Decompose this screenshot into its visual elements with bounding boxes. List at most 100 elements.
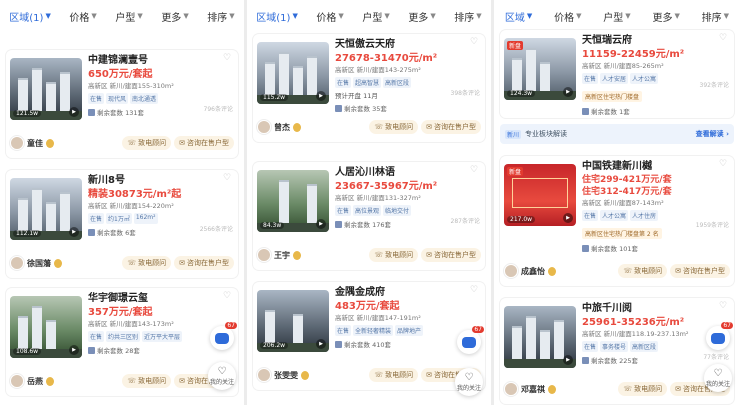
listing-column-2: 区域(1) ▼ 价格 ▼ 户型 ▼ 更多 ▼ 排序 ▼ 115.2w ▶ 天恒傲云天府 27…: [247, 0, 491, 405]
filter-layout-label: 户型: [603, 12, 624, 24]
heart-icon[interactable]: ♡: [470, 165, 480, 175]
call-consultant-button[interactable]: ☏ 致电顾问: [369, 368, 419, 382]
call-consultant-button[interactable]: ☏ 致电顾问: [369, 248, 419, 262]
my-favorites-button[interactable]: ♡ 我的关注: [455, 368, 483, 396]
consult-layout-button[interactable]: ✉咨询在售户型: [670, 264, 730, 278]
my-favorites-button[interactable]: ♡ 我的关注: [704, 364, 732, 392]
sector-analysis-banner[interactable]: 新川 专业板块解读 查看解读 ›: [500, 124, 734, 144]
filter-price[interactable]: 价格 ▼: [316, 9, 343, 24]
filter-more-label: 更多: [408, 12, 429, 24]
play-icon[interactable]: ▶: [563, 213, 573, 223]
property-price: 25961-35236元/m²: [582, 317, 685, 328]
chat-float-button[interactable]: 67: [210, 322, 237, 350]
call-consultant-button[interactable]: ☏ 致电顾问: [122, 256, 172, 270]
view-analysis-link[interactable]: 查看解读 ›: [696, 129, 729, 139]
chat-float-button[interactable]: 67: [706, 322, 733, 350]
property-cover-image[interactable]: 新盘 124.3w ▶: [504, 38, 576, 100]
property-cover-image[interactable]: 115.2w ▶: [257, 42, 329, 104]
filter-layout[interactable]: 户型 ▼: [115, 9, 142, 24]
play-icon[interactable]: ▶: [69, 107, 79, 117]
my-favorites-button[interactable]: ♡ 我的关注: [208, 362, 236, 390]
heart-icon[interactable]: ♡: [223, 291, 233, 301]
call-consultant-button[interactable]: ☏ 致电顾问: [618, 264, 668, 278]
filter-region[interactable]: 区域(1) ▼: [9, 9, 51, 24]
property-card[interactable]: 84.3w ▶ 人居沁川林语 23667-35967元/m² 高新区 新川/建面1…: [253, 162, 485, 270]
property-card[interactable]: 108.6w ▶ 华宇御璟云玺 357万元/套起 高新区 新川/建面143-173…: [6, 288, 238, 396]
agent-name: 张雯雯: [274, 370, 298, 380]
play-icon[interactable]: ▶: [563, 355, 573, 365]
heart-icon[interactable]: ♡: [470, 37, 480, 47]
play-icon[interactable]: ▶: [69, 345, 79, 355]
play-icon[interactable]: ▶: [69, 227, 79, 237]
property-card[interactable]: 206.2w ▶ 金隅金成府 483万元/套起 高新区 新川/建面147-191m…: [253, 282, 485, 390]
filter-price-label: 价格: [554, 12, 575, 24]
property-card[interactable]: 121.5w ▶ 中建锦澜壹号 650万元/套起 高新区 新川/建面155-310…: [6, 50, 238, 158]
filter-region[interactable]: 区域 ▼: [505, 9, 532, 24]
property-card[interactable]: 115.2w ▶ 天恒傲云天府 27678-31470元/m² 高新区 新川/建面…: [253, 34, 485, 142]
property-card[interactable]: ▶ 中旅千川阅 25961-35236元/m² 高新区 新川/建面118.19-…: [500, 298, 734, 404]
review-count: 398条评论: [450, 90, 480, 97]
chat-bubble-icon: [215, 332, 229, 344]
property-tag: 高位景观: [353, 205, 382, 216]
medal-icon: [293, 122, 301, 132]
heart-icon[interactable]: ♡: [719, 33, 729, 43]
filter-more-label: 更多: [652, 12, 673, 24]
property-cover-image[interactable]: ▶: [504, 306, 576, 368]
filter-layout-label: 户型: [115, 12, 136, 24]
play-icon[interactable]: ▶: [316, 339, 326, 349]
property-tag: 超高智慧: [353, 77, 382, 88]
consult-layout-button[interactable]: ✉咨询在售户型: [421, 248, 481, 262]
view-count: 124.3w: [507, 90, 536, 97]
call-consultant-button[interactable]: ☏ 致电顾问: [122, 374, 172, 388]
property-card[interactable]: 新盘 217.0w ▶ 中国铁建新川樾 住宅299-421万元/套 住宅312-41…: [500, 156, 734, 286]
heart-icon[interactable]: ♡: [719, 301, 729, 311]
property-card[interactable]: 新盘 124.3w ▶ 天恒瑞云府 11159-22459元/m² 高新区 新川/建…: [500, 30, 734, 118]
consult-layout-button[interactable]: ✉咨询在售户型: [174, 136, 234, 150]
chevron-down-icon: ▼: [674, 12, 680, 20]
property-cover-image[interactable]: 112.1w ▶: [10, 178, 82, 240]
filter-layout[interactable]: 户型 ▼: [362, 9, 389, 24]
call-consultant-button[interactable]: ☏ 致电顾问: [369, 120, 419, 134]
filter-sort[interactable]: 排序 ▼: [454, 9, 481, 24]
property-cover-image[interactable]: 84.3w ▶: [257, 170, 329, 232]
property-name: 华宇御璟云玺: [88, 293, 148, 304]
heart-icon[interactable]: ♡: [719, 159, 729, 169]
chevron-down-icon: ▼: [292, 12, 298, 20]
consult-layout-button[interactable]: ✉咨询在售户型: [174, 256, 234, 270]
chat-bubble-icon: [711, 332, 725, 344]
filter-layout[interactable]: 户型 ▼: [603, 9, 630, 24]
play-icon[interactable]: ▶: [563, 87, 573, 97]
filter-sort[interactable]: 排序 ▼: [702, 9, 729, 24]
filter-more[interactable]: 更多 ▼: [652, 9, 679, 24]
heart-icon[interactable]: ♡: [470, 285, 480, 295]
filter-region[interactable]: 区域(1) ▼: [256, 9, 298, 24]
heart-icon[interactable]: ♡: [223, 173, 233, 183]
property-cover-image[interactable]: 121.5w ▶: [10, 58, 82, 120]
property-cover-image[interactable]: 新盘 217.0w ▶: [504, 164, 576, 226]
property-tag: 品牌地产: [395, 325, 424, 336]
remaining-icon: [335, 220, 342, 228]
call-consultant-button[interactable]: ☏ 致电顾问: [122, 136, 172, 150]
chevron-down-icon: ▼: [384, 12, 390, 20]
heart-icon: ♡: [217, 366, 227, 377]
filter-bar: 区域 ▼ 价格 ▼ 户型 ▼ 更多 ▼ 排序 ▼: [494, 3, 740, 29]
filter-more-label: 更多: [161, 12, 182, 24]
chat-float-button[interactable]: 67: [457, 326, 484, 354]
filter-price[interactable]: 价格 ▼: [554, 9, 581, 24]
play-icon[interactable]: ▶: [316, 219, 326, 229]
remaining-units-text: 剩余套数 1套: [591, 108, 630, 116]
filter-more[interactable]: 更多 ▼: [408, 9, 435, 24]
filter-more[interactable]: 更多 ▼: [161, 9, 188, 24]
filter-sort[interactable]: 排序 ▼: [207, 9, 234, 24]
consult-layout-button[interactable]: ✉咨询在售户型: [421, 120, 481, 134]
heart-icon[interactable]: ♡: [223, 53, 233, 63]
property-cover-image[interactable]: 206.2w ▶: [257, 290, 329, 352]
property-tag: 全新轻奢精装: [353, 325, 394, 336]
property-card[interactable]: 112.1w ▶ 新川8号 精装30873元/m²起 高新区 新川/建面154-2…: [6, 170, 238, 278]
property-cover-image[interactable]: 108.6w ▶: [10, 296, 82, 358]
property-tag: 在售: [88, 93, 105, 104]
property-tag: 近万平大平层: [142, 331, 183, 342]
play-icon[interactable]: ▶: [316, 91, 326, 101]
filter-price[interactable]: 价格 ▼: [69, 9, 96, 24]
call-consultant-button[interactable]: ☏ 致电顾问: [618, 382, 668, 396]
